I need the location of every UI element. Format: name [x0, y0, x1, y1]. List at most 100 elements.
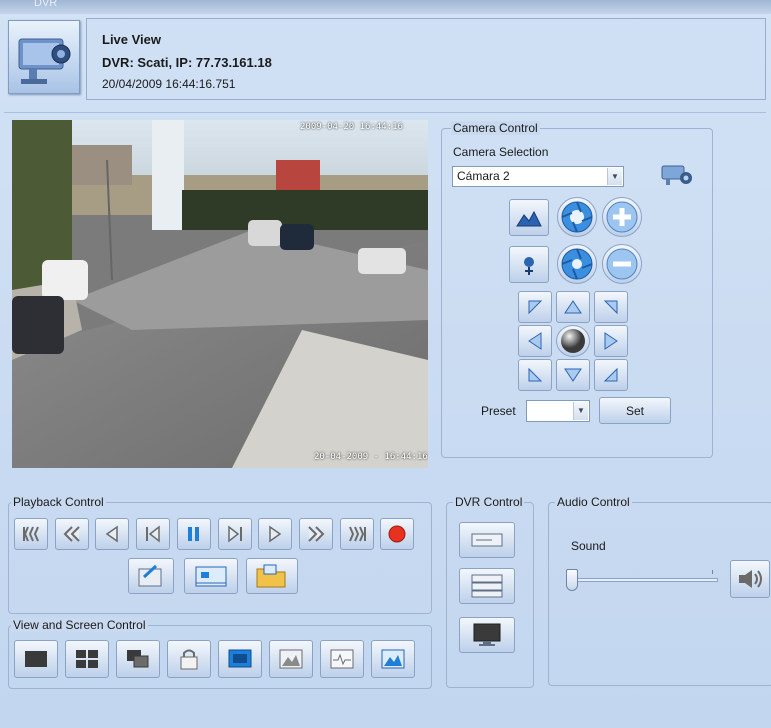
image-adjust-button[interactable]: [269, 640, 313, 678]
chevron-down-icon[interactable]: ▼: [573, 402, 588, 420]
dvr-control-legend: DVR Control: [453, 495, 525, 509]
next-frame-icon: [227, 525, 242, 543]
arrow-down-icon: [564, 368, 582, 382]
cascade-windows-icon: [127, 650, 149, 668]
image-view-button[interactable]: [371, 640, 415, 678]
arrow-right-icon: [604, 332, 618, 350]
arrow-up-left-icon: [528, 300, 543, 315]
arrow-left-icon: [528, 332, 542, 350]
camera-logo-icon: [8, 20, 80, 94]
pan-up-left-button[interactable]: [518, 291, 552, 323]
zoom-in-button[interactable]: [602, 197, 642, 237]
dvr-multiple-button[interactable]: [459, 568, 515, 604]
auto-pan-button[interactable]: [509, 199, 549, 236]
quad-screen-icon: [76, 650, 98, 668]
export-icon: [138, 564, 162, 587]
open-folder-button[interactable]: [246, 558, 298, 594]
pan-right-button[interactable]: [594, 325, 628, 357]
page-title: Live View: [102, 32, 162, 47]
macro-button[interactable]: [509, 246, 549, 283]
focus-near-button[interactable]: [557, 197, 597, 237]
window-title: DVR: [34, 0, 58, 9]
live-video-feed[interactable]: 2009-04-20 16:44:16 20-04-2009 - 16:44:1…: [12, 120, 428, 468]
fullscreen-button[interactable]: [218, 640, 262, 678]
dvr-icon: [471, 533, 503, 547]
view-screen-control-legend: View and Screen Control: [11, 618, 148, 632]
pan-down-left-button[interactable]: [518, 359, 552, 391]
datetime-stamp: 20/04/2009 16:44:16.751: [102, 77, 236, 91]
dvr-single-button[interactable]: [459, 522, 515, 558]
preset-select[interactable]: ▼: [526, 400, 590, 422]
iris-icon: [561, 201, 593, 233]
skip-to-end-icon: [348, 526, 366, 542]
film-icon: [195, 566, 227, 587]
motion-graph-button[interactable]: [320, 640, 364, 678]
arrow-up-right-icon: [603, 300, 618, 315]
camera-control-legend: Camera Control: [451, 121, 540, 135]
pan-up-button[interactable]: [556, 291, 590, 323]
speaker-button[interactable]: [730, 560, 770, 598]
home-position-button[interactable]: [556, 325, 590, 357]
divider: [4, 112, 766, 113]
fast-forward-icon: [308, 526, 325, 542]
title-bar: DVR: [0, 0, 771, 14]
video-file-button[interactable]: [184, 558, 238, 594]
next-frame-button[interactable]: [217, 518, 252, 550]
chevron-down-icon[interactable]: ▼: [607, 168, 622, 185]
record-icon: [388, 525, 406, 543]
dvr-stack-icon: [471, 574, 503, 598]
fast-rewind-button[interactable]: [54, 518, 89, 550]
dvr-info: DVR: Scati, IP: 77.73.161.18: [102, 55, 272, 70]
volume-slider-thumb[interactable]: [566, 569, 578, 591]
fast-rewind-icon: [63, 526, 80, 542]
skip-to-start-icon: [23, 526, 39, 542]
folder-icon: [256, 564, 286, 588]
pause-button[interactable]: [176, 518, 211, 550]
quad-view-button[interactable]: [65, 640, 109, 678]
focus-far-button[interactable]: [557, 244, 597, 284]
camera-select[interactable]: Cámara 2 ▼: [452, 166, 624, 187]
video-overlay-timestamp: 2009-04-20 16:44:16: [300, 122, 403, 132]
fullscreen-icon: [228, 649, 252, 668]
fast-forward-button[interactable]: [298, 518, 333, 550]
single-screen-icon: [25, 651, 47, 667]
play-icon: [269, 525, 282, 543]
record-button[interactable]: [380, 518, 415, 550]
image-icon: [381, 649, 405, 669]
cascade-view-button[interactable]: [116, 640, 160, 678]
arrow-down-left-icon: [528, 367, 543, 382]
snapshot-button[interactable]: [167, 640, 211, 678]
iris-icon: [561, 248, 593, 280]
volume-slider-track[interactable]: [566, 578, 718, 582]
dvr-monitor-button[interactable]: [459, 617, 515, 653]
monitor-icon: [473, 623, 501, 646]
video-overlay-date: 20-04-2009 - 16:44:16: [314, 452, 428, 462]
lock-icon: [180, 649, 198, 670]
camera-selection-label: Camera Selection: [453, 145, 549, 159]
minus-icon: [606, 248, 638, 280]
zoom-out-button[interactable]: [602, 244, 642, 284]
step-back-button[interactable]: [95, 518, 130, 550]
set-preset-button[interactable]: Set: [599, 397, 671, 424]
sound-label: Sound: [571, 539, 606, 553]
pan-down-button[interactable]: [556, 359, 590, 391]
playback-control-legend: Playback Control: [11, 495, 106, 509]
waveform-icon: [330, 649, 354, 669]
picture-icon: [279, 649, 303, 669]
pan-left-button[interactable]: [518, 325, 552, 357]
pause-icon: [187, 527, 199, 541]
last-frame-button[interactable]: [339, 518, 374, 550]
speaker-icon: [739, 570, 762, 588]
pan-down-right-button[interactable]: [594, 359, 628, 391]
preset-label: Preset: [481, 404, 516, 418]
play-button[interactable]: [258, 518, 293, 550]
single-view-button[interactable]: [14, 640, 58, 678]
arrow-up-icon: [564, 300, 582, 314]
step-back-icon: [106, 525, 119, 543]
landscape-icon: [516, 210, 542, 226]
pan-up-right-button[interactable]: [594, 291, 628, 323]
first-frame-button[interactable]: [14, 518, 48, 550]
previous-frame-icon: [146, 525, 160, 543]
export-clip-button[interactable]: [128, 558, 174, 594]
previous-frame-button[interactable]: [136, 518, 171, 550]
